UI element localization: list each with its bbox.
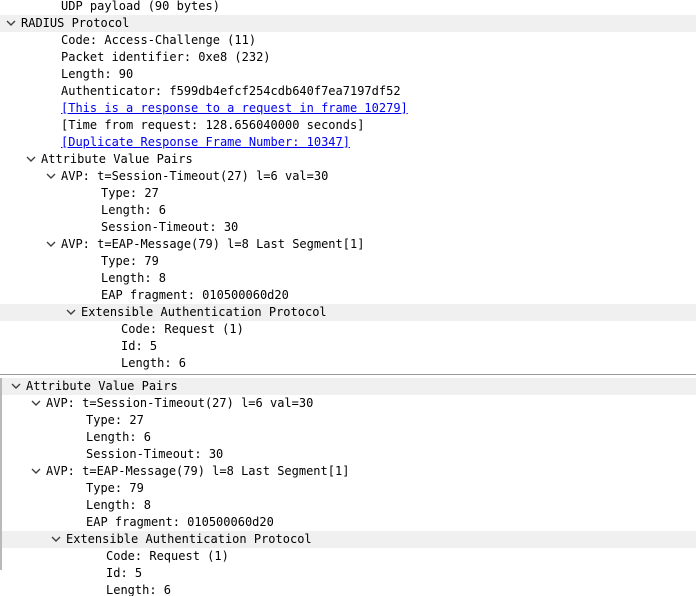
chevron-down-icon[interactable]	[25, 151, 37, 168]
tree-row[interactable]: [Time from request: 128.656040000 second…	[0, 117, 696, 134]
tree-row-label: EAP fragment: 010500060d20	[101, 288, 289, 302]
tree-row-label: Length: 8	[101, 271, 167, 285]
tree-row[interactable]: Extensible Authentication Protocol	[0, 304, 696, 321]
frame-link[interactable]: [Duplicate Response Frame Number: 10347]	[61, 134, 350, 151]
tree-row[interactable]: Code: Request (1)	[0, 548, 696, 565]
tree-row-label: Attribute Value Pairs	[26, 379, 178, 393]
tree-row-label: AVP: t=EAP-Message(79) l=8 Last Segment[…	[61, 237, 365, 251]
tree-row-label: AVP: t=EAP-Message(79) l=8 Last Segment[…	[46, 464, 350, 478]
tree-row[interactable]: Length: 6	[0, 429, 696, 446]
tree-row[interactable]: Length: 6	[0, 355, 696, 372]
tree-row-label: Id: 5	[121, 339, 158, 353]
frame-link[interactable]: [This is a response to a request in fram…	[61, 100, 408, 117]
tree-row-label: Packet identifier: 0xe8 (232)	[61, 50, 271, 64]
tree-row-label: Attribute Value Pairs	[41, 152, 193, 166]
tree-row[interactable]: Code: Access-Challenge (11)	[0, 32, 696, 49]
tree-row[interactable]: Attribute Value Pairs	[0, 151, 696, 168]
chevron-down-icon[interactable]	[5, 15, 17, 32]
tree-row-label: Length: 6	[86, 430, 152, 444]
chevron-down-icon[interactable]	[30, 463, 42, 480]
tree-row[interactable]: Length: 90	[0, 66, 696, 83]
chevron-down-icon[interactable]	[45, 168, 57, 185]
tree-row-label: UDP payload (90 bytes)	[61, 0, 220, 13]
tree-row-label: Length: 90	[61, 67, 134, 81]
tree-row-label: Length: 6	[101, 203, 167, 217]
tree-row[interactable]: Session-Timeout: 30	[0, 446, 696, 463]
tree-row[interactable]: Authenticator: f599db4efcf254cdb640f7ea7…	[0, 83, 696, 100]
tree-row[interactable]: EAP fragment: 010500060d20	[0, 287, 696, 304]
tree-row-label: Length: 6	[121, 356, 187, 370]
tree-row[interactable]: Type: 27	[0, 185, 696, 202]
tree-row-label: [Time from request: 128.656040000 second…	[61, 118, 365, 132]
tree-row-label: Type: 27	[86, 413, 144, 427]
chevron-down-icon[interactable]	[65, 304, 77, 321]
tree-row-label: Length: 8	[86, 498, 152, 512]
tree-row[interactable]: Type: 27	[0, 412, 696, 429]
chevron-down-icon[interactable]	[50, 531, 62, 548]
tree-row[interactable]: Type: 79	[0, 480, 696, 497]
chevron-down-icon[interactable]	[45, 236, 57, 253]
tree-row-label: AVP: t=Session-Timeout(27) l=6 val=30	[46, 396, 314, 410]
packet-details-tree-top[interactable]: UDP payload (90 bytes) RADIUS Protocol Cod…	[0, 0, 696, 374]
chevron-down-icon[interactable]	[30, 395, 42, 412]
tree-row[interactable]: Id: 5	[0, 338, 696, 355]
tree-row[interactable]: Id: 5	[0, 565, 696, 582]
chevron-down-icon[interactable]	[10, 378, 22, 395]
tree-row[interactable]: AVP: t=Session-Timeout(27) l=6 val=30	[0, 168, 696, 185]
tree-row[interactable]: Session-Timeout: 30	[0, 219, 696, 236]
tree-row[interactable]: Length: 8	[0, 270, 696, 287]
tree-row[interactable]: AVP: t=EAP-Message(79) l=8 Last Segment[…	[0, 236, 696, 253]
tree-row[interactable]: Length: 6	[0, 202, 696, 219]
tree-row-label: Extensible Authentication Protocol	[81, 305, 327, 319]
tree-row-label: Session-Timeout: 30	[86, 447, 224, 461]
tree-row-label: RADIUS Protocol	[21, 16, 130, 30]
tree-row[interactable]: Packet identifier: 0xe8 (232)	[0, 49, 696, 66]
tree-row[interactable]: Attribute Value Pairs	[0, 378, 696, 395]
tree-row-label: Code: Request (1)	[121, 322, 244, 336]
tree-row-label: AVP: t=Session-Timeout(27) l=6 val=30	[61, 169, 329, 183]
tree-row[interactable]: [This is a response to a request in fram…	[0, 100, 696, 117]
tree-row-label: Code: Request (1)	[106, 549, 229, 563]
tree-row[interactable]: AVP: t=EAP-Message(79) l=8 Last Segment[…	[0, 463, 696, 480]
tree-row-label: Type: 79	[86, 481, 144, 495]
tree-row[interactable]: [Duplicate Response Frame Number: 10347]	[0, 134, 696, 151]
tree-row[interactable]: EAP fragment: 010500060d20	[0, 514, 696, 531]
tree-row-label: EAP fragment: 010500060d20	[86, 515, 274, 529]
tree-row[interactable]: Type: 79	[0, 253, 696, 270]
tree-row-label: Session-Timeout: 30	[101, 220, 239, 234]
tree-row-label: Id: 5	[106, 566, 143, 580]
scrollbar-edge[interactable]	[0, 378, 2, 570]
tree-row-label: Type: 79	[101, 254, 159, 268]
tree-row[interactable]: RADIUS Protocol	[0, 15, 696, 32]
packet-details-tree-bottom[interactable]: Attribute Value Pairs AVP: t=Session-Time…	[0, 378, 696, 596]
tree-row[interactable]: Length: 8	[0, 497, 696, 514]
tree-row-label: Type: 27	[101, 186, 159, 200]
tree-row[interactable]: Extensible Authentication Protocol	[0, 531, 696, 548]
tree-row-label: Authenticator: f599db4efcf254cdb640f7ea7…	[61, 84, 401, 98]
tree-row-label: Length: 6	[106, 583, 172, 596]
tree-row[interactable]: AVP: t=Session-Timeout(27) l=6 val=30	[0, 395, 696, 412]
tree-row[interactable]: UDP payload (90 bytes)	[0, 0, 696, 15]
tree-row[interactable]: Code: Request (1)	[0, 321, 696, 338]
tree-row-label: Code: Access-Challenge (11)	[61, 33, 257, 47]
tree-row-label: Extensible Authentication Protocol	[66, 532, 312, 546]
tree-row[interactable]: Length: 6	[0, 582, 696, 596]
